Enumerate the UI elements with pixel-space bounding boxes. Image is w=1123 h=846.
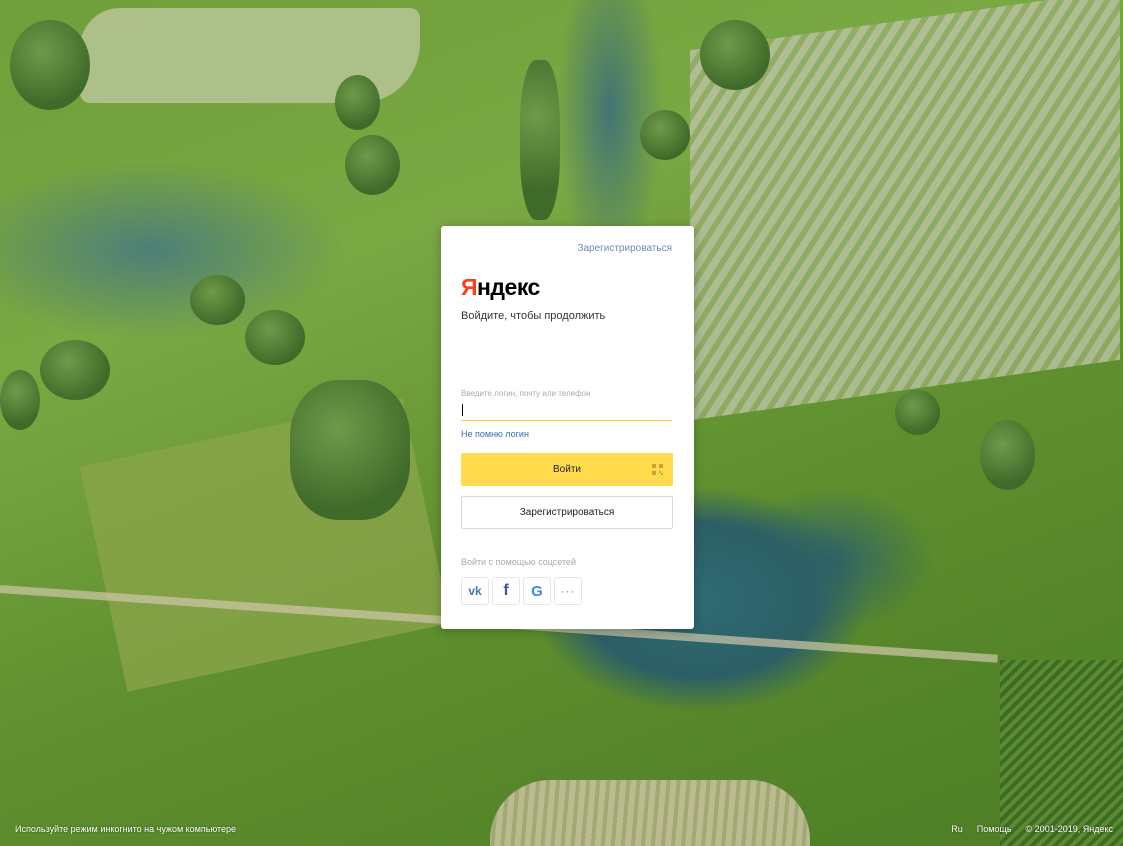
help-link[interactable]: Помощь <box>977 824 1012 834</box>
incognito-hint: Используйте режим инкогнито на чужом ком… <box>15 824 237 834</box>
bg-tree <box>335 75 380 130</box>
bg-tree <box>0 370 40 430</box>
logo-rest: ндекс <box>477 274 540 300</box>
social-login-label: Войти с помощью соцсетей <box>461 557 577 567</box>
logo-first-letter: Я <box>461 274 478 300</box>
login-input[interactable] <box>461 400 672 421</box>
vk-icon[interactable]: vk <box>461 577 489 605</box>
register-button[interactable]: Зарегистрироваться <box>461 496 673 529</box>
facebook-icon[interactable]: f <box>492 577 520 605</box>
bg-tree <box>345 135 400 195</box>
bg-tree <box>640 110 690 160</box>
footer-links: Ru Помощь © 2001-2019, Яндекс <box>951 824 1113 834</box>
bg-tree-row <box>520 60 560 220</box>
yandex-logo: Яндекс <box>461 274 540 301</box>
bg-tree <box>895 390 940 435</box>
page-subtitle: Войдите, чтобы продолжить <box>461 310 606 322</box>
qr-code-icon[interactable] <box>652 464 663 475</box>
bg-tree <box>980 420 1035 490</box>
bg-field-right-bottom <box>1000 660 1123 846</box>
bg-tree <box>10 20 90 110</box>
login-card: Зарегистрироваться Яндекс Войдите, чтобы… <box>441 226 694 629</box>
register-link[interactable]: Зарегистрироваться <box>577 243 672 254</box>
login-button[interactable]: Войти <box>461 453 673 486</box>
login-input-label: Введите логин, почту или телефон <box>461 389 591 398</box>
more-icon[interactable]: ··· <box>554 577 582 605</box>
language-switcher[interactable]: Ru <box>951 824 963 834</box>
bg-field-bottom <box>490 780 810 846</box>
bg-tree <box>245 310 305 365</box>
text-cursor <box>462 404 463 416</box>
copyright: © 2001-2019, Яндекс <box>1025 824 1113 834</box>
forgot-login-link[interactable]: Не помню логин <box>461 429 529 439</box>
bg-tree <box>40 340 110 400</box>
bg-tree <box>190 275 245 325</box>
google-icon[interactable]: G <box>523 577 551 605</box>
login-button-label: Войти <box>553 464 581 475</box>
social-login-row: vk f G ··· <box>461 577 582 605</box>
bg-tree-row <box>290 380 410 520</box>
bg-tree <box>700 20 770 90</box>
